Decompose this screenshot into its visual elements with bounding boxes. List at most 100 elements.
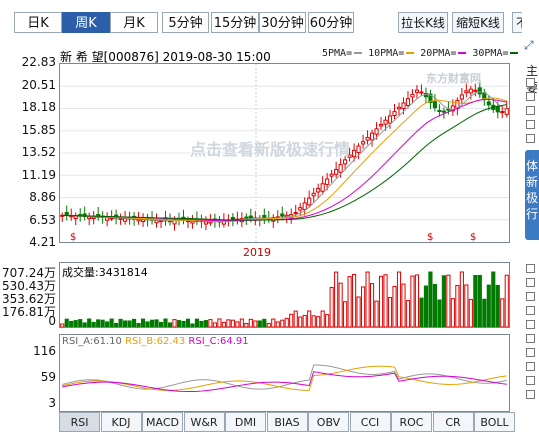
option-checkbox[interactable] xyxy=(526,134,535,143)
watermark-text: 点击查看新版极速行情 xyxy=(190,140,351,159)
volume-bar xyxy=(302,314,307,327)
rsi-tick-label: 59 xyxy=(40,370,56,384)
candle-body xyxy=(109,217,114,220)
shorten-kline-button[interactable]: 缩短K线 xyxy=(452,12,504,33)
option-checkbox[interactable] xyxy=(526,264,535,273)
option-checkbox[interactable] xyxy=(526,306,535,315)
volume-bar xyxy=(208,319,213,327)
indicator-tab-8[interactable]: ROC xyxy=(391,412,432,432)
option-checkbox[interactable] xyxy=(526,334,535,343)
candle-body xyxy=(158,220,164,223)
candle-body xyxy=(302,202,307,211)
volume-bar xyxy=(235,321,240,327)
candle-body xyxy=(118,217,123,220)
candle-body xyxy=(392,111,397,117)
new-quote-ad-banner[interactable]: 体新极行 xyxy=(525,150,539,240)
candle-body xyxy=(414,89,420,93)
option-checkbox[interactable] xyxy=(526,78,535,87)
ad-char: 新 xyxy=(526,175,539,189)
candle-body xyxy=(105,217,110,221)
price-tick-label: 22.83 xyxy=(21,55,56,69)
option-checkbox[interactable] xyxy=(526,120,535,129)
option-checkbox[interactable] xyxy=(526,278,535,287)
year-label: 2019 xyxy=(243,246,271,259)
option-checkbox[interactable] xyxy=(526,390,535,399)
indicator-tab-7[interactable]: CCI xyxy=(349,412,391,432)
volume-bar xyxy=(352,274,357,327)
volume-pane[interactable]: 成交量:3431814 xyxy=(59,262,510,328)
rsi-pane[interactable]: RSI_A:61.10 RSI_B:62.43 RSI_C:64.91 xyxy=(59,334,510,412)
volume-bar xyxy=(477,274,482,327)
volume-bar xyxy=(405,300,411,327)
indicator-tab-10[interactable]: BOLL xyxy=(474,412,515,432)
indicator-tab-9[interactable]: CR xyxy=(432,412,474,432)
option-checkbox[interactable] xyxy=(526,292,535,301)
candle-body xyxy=(378,124,384,127)
candle-body xyxy=(307,197,312,206)
ma-line-30 xyxy=(62,104,507,221)
period-tab-6[interactable]: 60分钟 xyxy=(308,12,354,33)
volume-bar xyxy=(176,320,182,327)
ma-swatch xyxy=(406,52,415,54)
indicator-tab-4[interactable]: DMI xyxy=(225,412,266,432)
option-checkbox[interactable] xyxy=(526,92,535,101)
rsi-tick-label: 3 xyxy=(48,396,56,410)
volume-bar xyxy=(87,318,92,327)
volume-label: 成交量:3431814 xyxy=(62,266,148,279)
indicator-tab-0[interactable]: RSI xyxy=(59,412,100,432)
volume-bar xyxy=(365,271,370,327)
period-tab-5[interactable]: 30分钟 xyxy=(259,12,306,33)
candle-body xyxy=(396,106,402,110)
volume-bar xyxy=(221,321,226,327)
fullscreen-icon[interactable]: ⤢ xyxy=(524,38,534,53)
indicator-tab-1[interactable]: KDJ xyxy=(100,412,142,432)
volume-bar xyxy=(383,274,388,327)
volume-bar xyxy=(284,317,289,327)
period-tab-3[interactable]: 5分钟 xyxy=(162,12,209,33)
volume-bar xyxy=(414,274,420,327)
candle-body xyxy=(477,87,482,95)
indicator-tab-3[interactable]: W&R xyxy=(183,412,225,432)
price-tick-label: 18.18 xyxy=(21,100,56,114)
price-tick-label: 13.52 xyxy=(21,145,56,159)
volume-bar xyxy=(109,318,114,327)
candle-body xyxy=(280,213,285,217)
ma-legend: 5PMA= 10PMA= 20PMA= 30PMA= xyxy=(322,48,524,59)
period-tab-0[interactable]: 日K xyxy=(14,12,62,33)
option-checkbox[interactable] xyxy=(526,320,535,329)
volume-bar xyxy=(482,298,487,327)
volume-bar xyxy=(100,319,105,327)
volume-bar xyxy=(239,318,244,327)
indicator-tab-5[interactable]: BIAS xyxy=(266,412,308,432)
indicator-tab-2[interactable]: MACD xyxy=(142,412,183,432)
price-chart-pane[interactable]: $ $ $ 点击查看新版极速行情 东方财富网 xyxy=(59,63,510,243)
volume-bar xyxy=(446,274,451,327)
option-checkbox[interactable] xyxy=(526,106,535,115)
period-tab-2[interactable]: 月K xyxy=(110,12,158,33)
volume-bar xyxy=(432,283,437,327)
volume-bar xyxy=(387,297,393,327)
volume-bar xyxy=(199,320,204,327)
volume-bar xyxy=(60,323,65,327)
stretch-kline-button[interactable]: 拉长K线 xyxy=(398,12,448,33)
volume-bar xyxy=(163,318,168,327)
option-checkbox[interactable] xyxy=(526,376,535,385)
price-tick-label: 15.85 xyxy=(21,122,56,137)
candle-body xyxy=(203,221,208,225)
volume-bar xyxy=(275,321,280,327)
indicator-tab-6[interactable]: OBV xyxy=(308,412,349,432)
period-tab-4[interactable]: 15分钟 xyxy=(211,12,259,33)
volume-bar xyxy=(230,319,235,327)
option-checkbox[interactable] xyxy=(526,362,535,371)
volume-bar xyxy=(73,320,78,327)
volume-bar xyxy=(343,301,348,327)
period-tab-1[interactable]: 周K xyxy=(62,12,110,33)
candle-body xyxy=(374,128,379,135)
ad-char: 极 xyxy=(526,191,539,205)
volume-tick-label: 0 xyxy=(48,314,56,328)
volume-bar xyxy=(149,319,155,327)
candle-body xyxy=(405,98,411,106)
volume-bar xyxy=(289,313,294,327)
ma-legend-item: 20PMA= xyxy=(420,48,467,59)
option-checkbox[interactable] xyxy=(526,348,535,357)
